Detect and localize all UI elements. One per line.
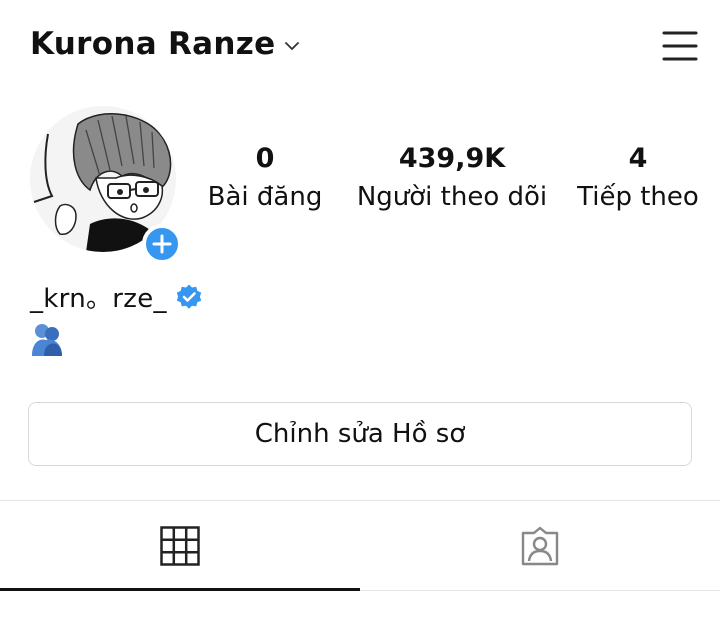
posts-label: Bài đăng <box>207 182 323 212</box>
add-story-button[interactable] <box>142 224 182 264</box>
chevron-down-icon <box>285 42 300 50</box>
avatar-container[interactable] <box>30 106 182 264</box>
hamburger-menu-icon[interactable] <box>660 28 700 64</box>
profile-tabs <box>0 500 720 591</box>
following-count: 4 <box>628 143 648 174</box>
active-tab-indicator <box>0 588 360 591</box>
stat-posts[interactable]: 0 Bài đăng <box>200 138 330 214</box>
people-hugging-emoji <box>32 324 62 356</box>
stat-followers[interactable]: 439,9K Người theo dõi <box>336 138 568 214</box>
profile-stats: 0 Bài đăng 439,9K Người theo dõi 4 Tiếp … <box>196 138 720 238</box>
profile-header: Kurona Ranze <box>0 0 720 96</box>
account-switcher[interactable]: Kurona Ranze <box>30 26 301 62</box>
profile-username: Kurona Ranze <box>30 26 276 62</box>
followers-label: Người theo dõi <box>356 182 548 212</box>
tab-posts-grid[interactable] <box>0 501 360 591</box>
following-label: Tiếp theo <box>577 182 699 212</box>
profile-handle: _krn。rze_ <box>30 284 167 314</box>
plus-icon <box>152 234 172 254</box>
tagged-person-icon <box>521 526 559 566</box>
stat-following[interactable]: 4 Tiếp theo <box>568 138 708 214</box>
grid-icon <box>160 526 200 566</box>
tab-tagged[interactable] <box>360 501 720 591</box>
followers-count: 439,9K <box>398 143 506 174</box>
verified-badge-icon <box>176 284 202 309</box>
posts-count: 0 <box>255 143 275 174</box>
profile-handle-row: _krn。rze_ <box>30 278 203 315</box>
edit-profile-button[interactable]: Chỉnh sửa Hồ sơ <box>28 402 692 466</box>
